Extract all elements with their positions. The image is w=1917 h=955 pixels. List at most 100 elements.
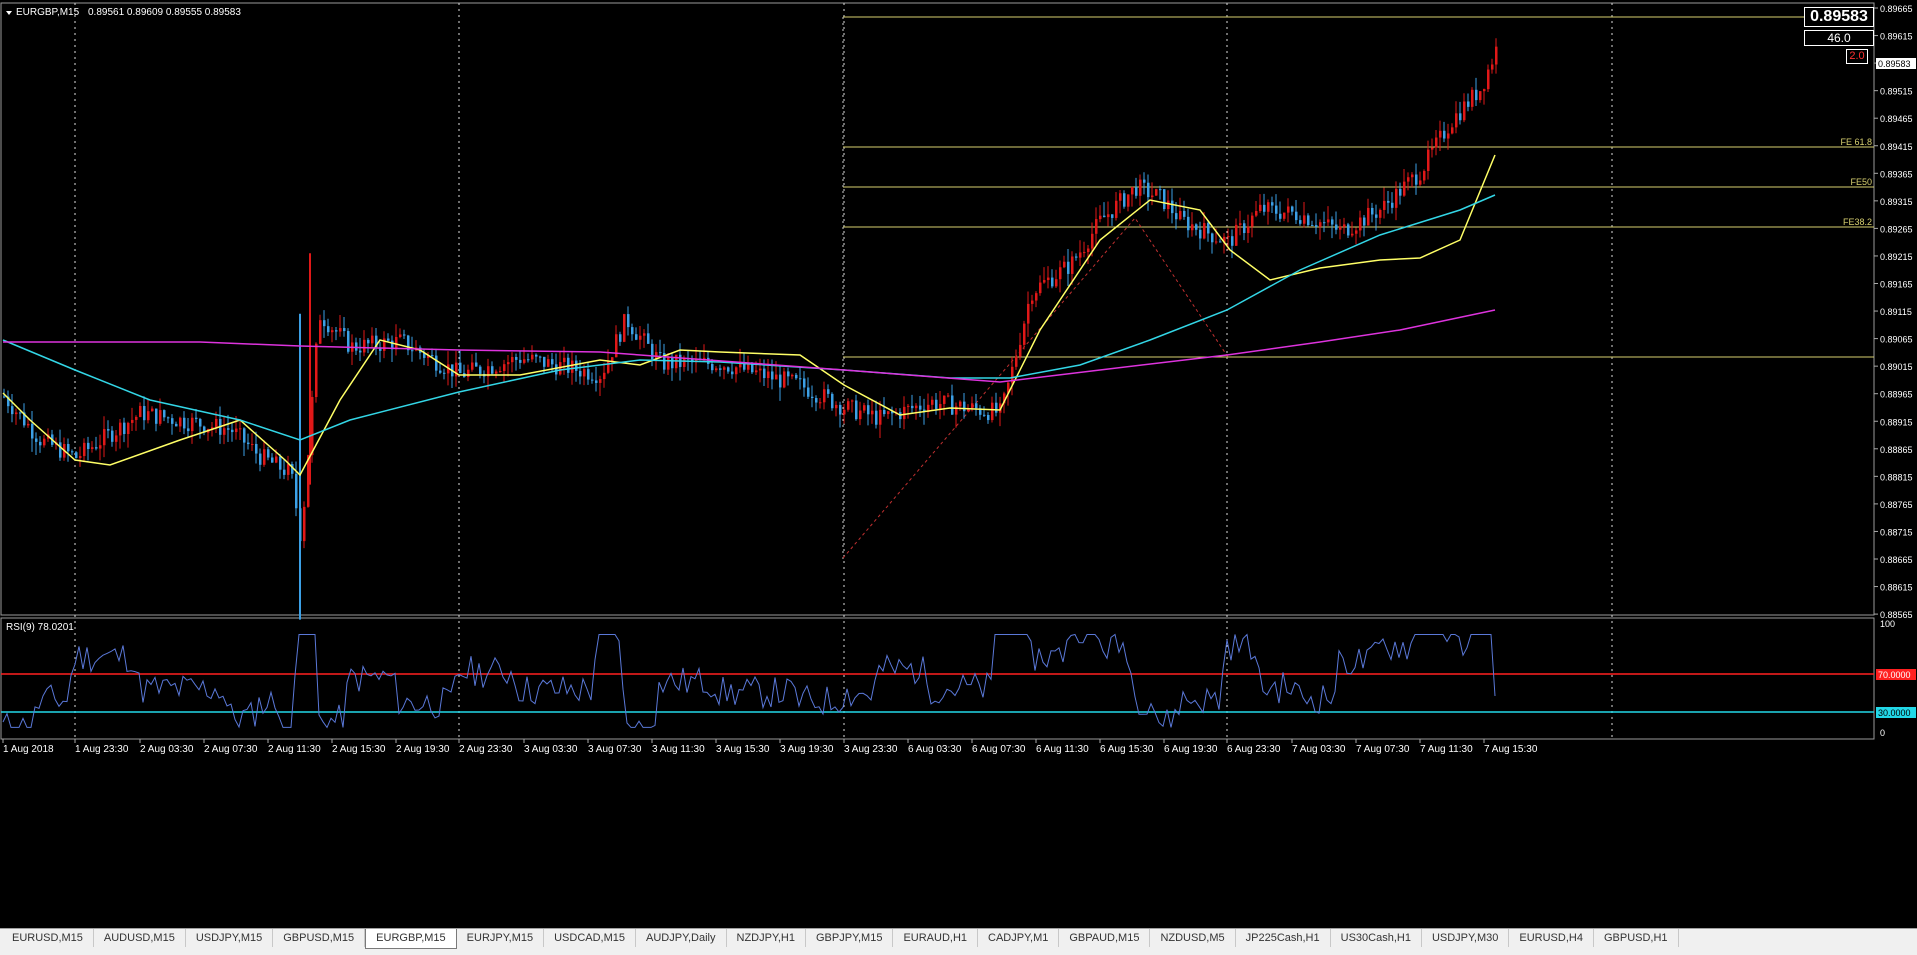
- candle-body: [1063, 261, 1066, 268]
- candle-body: [235, 428, 238, 433]
- time-axis-label: 3 Aug 11:30: [652, 744, 705, 755]
- candle-body: [1039, 282, 1042, 294]
- candle-body: [443, 372, 446, 374]
- price-tick-label: 0.89615: [1880, 32, 1913, 42]
- fib-level-label: FE38.2: [1843, 217, 1872, 227]
- candle-body: [1371, 207, 1374, 215]
- candle-body: [935, 399, 938, 410]
- candle-body: [115, 435, 118, 442]
- chart-symbol-title: EURGBP,M15: [16, 7, 80, 18]
- time-axis-label: 6 Aug 11:30: [1036, 744, 1089, 755]
- candle-body: [15, 412, 18, 415]
- rsi-label: RSI(9) 78.0201: [6, 622, 74, 633]
- chart-tab[interactable]: GBPUSD,M15: [273, 929, 366, 947]
- time-axis-label: 1 Aug 2018: [3, 744, 54, 755]
- candle-body: [1139, 179, 1142, 196]
- candle-body: [1283, 212, 1286, 219]
- candle-body: [271, 457, 274, 463]
- chart-tab[interactable]: NZDUSD,M5: [1150, 929, 1236, 947]
- candle-body: [847, 401, 850, 410]
- chart-tab[interactable]: GBPJPY,M15: [806, 929, 894, 947]
- price-tick-label: 0.88615: [1880, 583, 1913, 593]
- chart-tab[interactable]: CADJPY,M1: [978, 929, 1060, 947]
- candle-body: [515, 357, 518, 360]
- candle-body: [671, 357, 674, 369]
- chart-tab[interactable]: EURGBP,M15: [365, 929, 457, 949]
- candle-body: [83, 442, 86, 457]
- candle-body: [607, 360, 610, 373]
- candle-body: [363, 339, 366, 353]
- chart-tab[interactable]: USDJPY,M30: [1422, 929, 1510, 947]
- chart-tab[interactable]: EURAUD,H1: [893, 929, 979, 947]
- candle-body: [255, 443, 258, 454]
- time-axis-label: 1 Aug 23:30: [75, 744, 129, 755]
- candle-body: [627, 314, 630, 328]
- candle-body: [575, 360, 578, 371]
- candle-body: [267, 449, 270, 458]
- chart-tab[interactable]: NZDJPY,H1: [727, 929, 806, 947]
- candle-body: [791, 374, 794, 377]
- candle-body: [943, 395, 946, 404]
- chart-tab[interactable]: EURJPY,M15: [457, 929, 545, 947]
- time-axis-label: 7 Aug 15:30: [1484, 744, 1538, 755]
- candle-body: [1287, 206, 1290, 213]
- current-price-box: 0.89583: [1804, 7, 1874, 27]
- candle-body: [1307, 215, 1310, 226]
- candle-body: [259, 453, 262, 465]
- candle-body: [619, 334, 622, 342]
- chart-window[interactable]: 0.896650.896150.895650.895150.894650.894…: [0, 0, 1917, 928]
- candle-body: [1047, 277, 1050, 281]
- candle-body: [1111, 214, 1114, 218]
- price-tick-label: 0.89465: [1880, 114, 1913, 124]
- chart-tab[interactable]: USDJPY,M15: [186, 929, 274, 947]
- candle-body: [1219, 241, 1222, 243]
- candle-body: [1211, 233, 1214, 243]
- chart-canvas[interactable]: 0.896650.896150.895650.895150.894650.894…: [0, 0, 1917, 928]
- candle-body: [319, 320, 322, 344]
- candle-body: [767, 371, 770, 379]
- candle-body: [179, 417, 182, 427]
- candle-body: [367, 339, 370, 344]
- candle-body: [1179, 210, 1182, 220]
- candle-body: [1351, 233, 1354, 236]
- time-axis-label: 6 Aug 19:30: [1164, 744, 1218, 755]
- candle-body: [1375, 214, 1378, 218]
- chart-tab[interactable]: GBPUSD,H1: [1594, 929, 1679, 947]
- candle-body: [387, 338, 390, 341]
- candle-body: [1055, 279, 1058, 287]
- time-axis-label: 6 Aug 03:30: [908, 744, 962, 755]
- candle-body: [95, 447, 98, 449]
- candle-body: [467, 369, 470, 377]
- time-axis-label: 2 Aug 11:30: [268, 744, 321, 755]
- time-axis-label: 6 Aug 23:30: [1227, 744, 1281, 755]
- chart-tab[interactable]: USDCAD,M15: [544, 929, 637, 947]
- chart-tab[interactable]: EURUSD,M15: [2, 929, 94, 947]
- rsi-high-tag-label: 70.0000: [1878, 670, 1911, 680]
- candle-body: [1335, 224, 1338, 230]
- price-tick-label: 0.89015: [1880, 362, 1913, 372]
- candle-body: [1035, 293, 1038, 301]
- chart-tab[interactable]: US30Cash,H1: [1331, 929, 1422, 947]
- candle-body: [839, 404, 842, 415]
- candle-body: [775, 374, 778, 380]
- chart-tab[interactable]: AUDJPY,Daily: [636, 929, 727, 947]
- candle-body: [335, 330, 338, 332]
- candle-body: [1187, 216, 1190, 231]
- candle-body: [1435, 137, 1438, 148]
- chart-tab[interactable]: GBPAUD,M15: [1059, 929, 1151, 947]
- candle-body: [151, 408, 154, 412]
- candle-body: [143, 406, 146, 421]
- price-tick-label: 0.89315: [1880, 197, 1913, 207]
- candle-body: [1251, 215, 1254, 227]
- candle-body: [1447, 133, 1450, 139]
- chart-tab[interactable]: AUDUSD,M15: [94, 929, 186, 947]
- fib-level-label: FE50: [1850, 177, 1872, 187]
- candle-body: [1087, 248, 1090, 253]
- candle-body: [155, 408, 158, 424]
- chart-tab[interactable]: EURUSD,H4: [1509, 929, 1594, 947]
- price-tick-label: 0.89115: [1880, 307, 1912, 317]
- candle-body: [807, 387, 810, 397]
- candle-body: [1239, 223, 1242, 225]
- candle-body: [1359, 217, 1362, 231]
- chart-tab[interactable]: JP225Cash,H1: [1236, 929, 1331, 947]
